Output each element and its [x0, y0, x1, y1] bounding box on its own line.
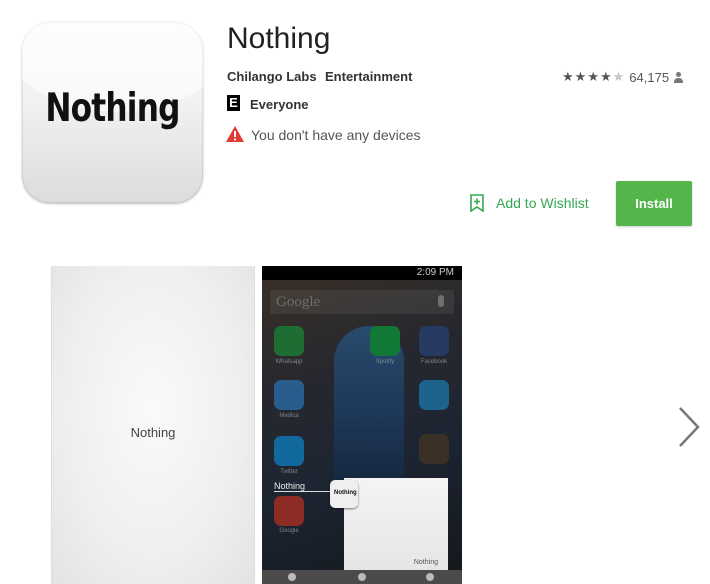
install-button[interactable]: Install	[616, 181, 692, 226]
mini-app-icon: Nothing	[330, 480, 358, 508]
add-to-wishlist-button[interactable]: Add to Wishlist	[470, 192, 589, 214]
star-icon: ★	[574, 69, 587, 84]
nav-dot	[358, 573, 366, 581]
rating-stars: ★★★★★	[562, 69, 625, 85]
screenshot-caption: Nothing	[130, 425, 176, 440]
app-title: Nothing	[227, 22, 331, 55]
mini-app-icon-text: Nothing	[334, 490, 357, 496]
content-rating: Everyone	[250, 97, 309, 112]
widget-card-text: Nothing	[413, 559, 438, 566]
chevron-right-icon[interactable]	[676, 405, 702, 449]
status-time: 2:09 PM	[416, 267, 454, 278]
nav-dot	[426, 573, 434, 581]
esrb-rating-icon: E	[227, 95, 240, 111]
star-icon: ★	[562, 69, 574, 84]
widget-card: Nothing	[344, 478, 448, 570]
category-link[interactable]: Entertainment	[325, 69, 412, 84]
star-icon: ★	[612, 69, 625, 84]
bookmark-plus-icon	[470, 194, 484, 212]
rating-summary: ★★★★★ 64,175	[562, 69, 684, 85]
person-icon	[674, 71, 684, 83]
screenshot-1[interactable]: Nothing	[51, 266, 255, 584]
phone-nav-bar	[262, 570, 462, 584]
phone-status-bar: 2:09 PM	[262, 266, 462, 280]
rating-count: 64,175	[629, 69, 670, 85]
star-icon: ★	[599, 69, 612, 84]
nav-dot	[288, 573, 296, 581]
warning-icon	[226, 126, 244, 142]
app-icon-text: Nothing	[45, 86, 180, 131]
device-warning: You don't have any devices	[251, 127, 421, 143]
screenshot-2[interactable]: 2:09 PM Google Whatsapp Spotify Facebook…	[262, 266, 462, 584]
app-icon: Nothing	[22, 22, 203, 203]
mini-label: Nothing	[274, 481, 332, 492]
star-icon: ★	[587, 69, 599, 84]
developer-link[interactable]: Chilango Labs	[227, 69, 317, 84]
wishlist-label: Add to Wishlist	[496, 195, 589, 211]
